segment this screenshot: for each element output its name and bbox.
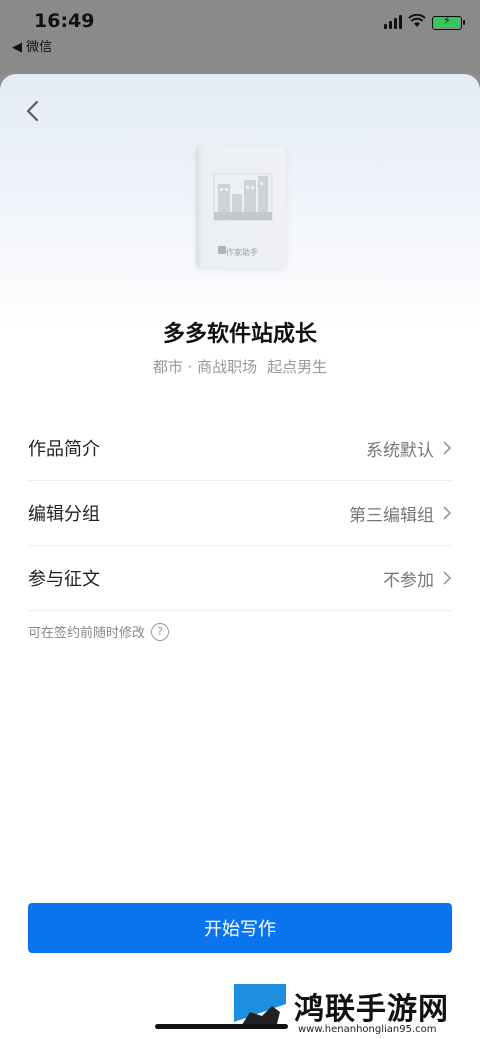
setting-value-editor-group: 第三编辑组 <box>349 505 434 526</box>
status-time: 16:49 <box>34 10 95 32</box>
book-title: 多多软件站成长 <box>162 322 317 347</box>
cellular-signal-icon <box>384 15 402 29</box>
chevron-right-icon <box>443 441 452 455</box>
battery-charging-icon: ⚡ <box>432 14 465 30</box>
book-cover[interactable]: 作家助手 <box>196 146 286 268</box>
chevron-right-icon <box>443 571 452 585</box>
modify-hint-text: 可在签约前随时修改 <box>28 626 146 641</box>
back-to-wechat-link[interactable]: ◀ 微信 <box>12 36 52 55</box>
watermark: 鸿联手游网 www.henanhonglian95.com <box>232 982 474 1039</box>
help-question-icon[interactable]: ? <box>151 622 170 641</box>
status-bar: 16:49 ◀ 微信 ⚡ <box>0 0 480 74</box>
setting-row-editor-group[interactable]: 编辑分组 第三编辑组 <box>28 481 452 546</box>
setting-row-contest[interactable]: 参与征文 不参加 <box>28 546 452 611</box>
watermark-title: 鸿联手游网 <box>294 992 449 1027</box>
chevron-right-icon <box>443 506 452 520</box>
book-setup-sheet: 作家助手 多多软件站成长 都市 · 商战职场 起点男生 作品简介 系统默认 编辑分… <box>0 74 480 1039</box>
modify-hint: 可在签约前随时修改 ? <box>28 622 170 641</box>
book-meta: 都市 · 商战职场 起点男生 <box>0 356 480 377</box>
book-category: 都市 · 商战职场 <box>152 358 258 376</box>
book-channel: 起点男生 <box>267 358 328 376</box>
wifi-icon <box>408 13 426 32</box>
back-chevron-icon[interactable] <box>22 98 44 124</box>
setting-label-editor-group: 编辑分组 <box>28 504 100 525</box>
setting-value-contest: 不参加 <box>383 570 434 591</box>
home-indicator[interactable] <box>155 1024 288 1029</box>
setting-label-contest: 参与征文 <box>28 569 100 590</box>
watermark-url: www.henanhonglian95.com <box>298 1024 437 1035</box>
setting-value-synopsis: 系统默认 <box>366 440 434 461</box>
watermark-logo-icon <box>234 984 286 1036</box>
setting-row-synopsis[interactable]: 作品简介 系统默认 <box>28 416 452 481</box>
setting-label-synopsis: 作品简介 <box>28 439 100 460</box>
cover-brand-label: 作家助手 <box>226 248 258 257</box>
start-writing-button[interactable]: 开始写作 <box>28 903 452 953</box>
